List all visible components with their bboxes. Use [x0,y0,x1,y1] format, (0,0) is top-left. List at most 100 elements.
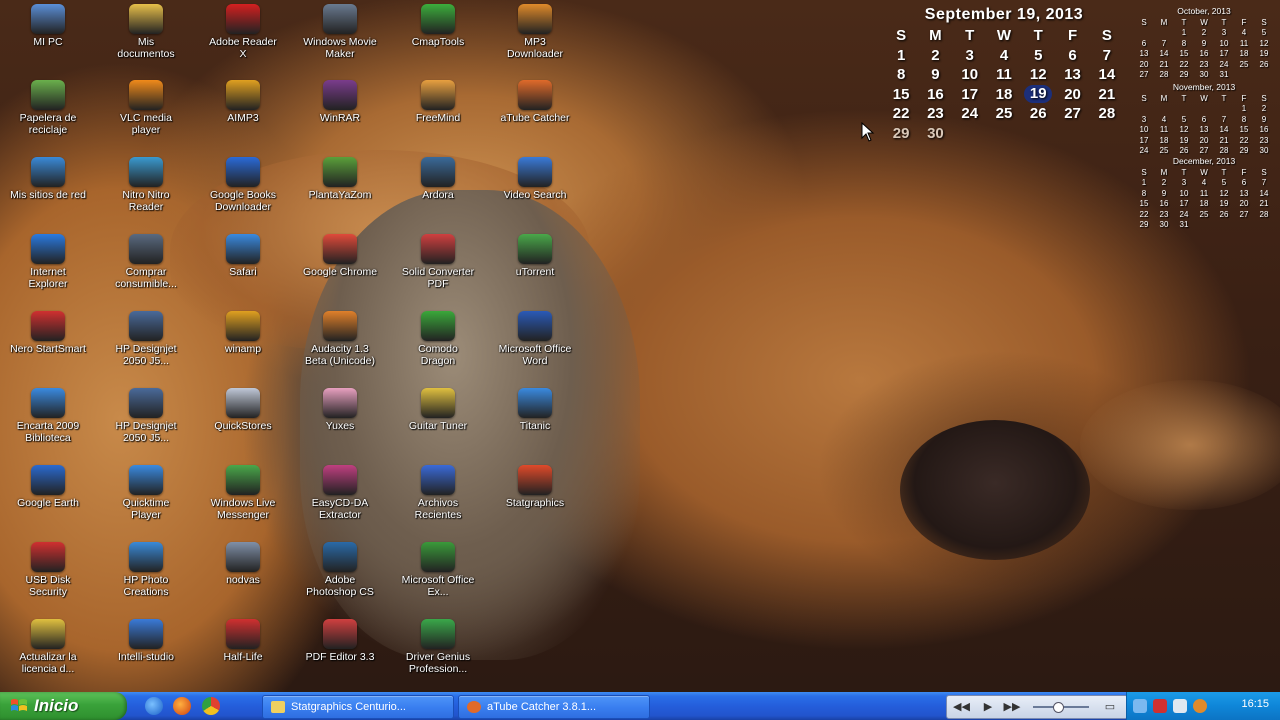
desktop-icon-driver-genius[interactable]: Driver Genius Profession... [400,619,476,675]
desktop-icon-vlc[interactable]: VLC media player [108,80,184,136]
calendar-day[interactable]: 20 [1055,85,1089,105]
calendar-day[interactable]: 11 [987,65,1021,85]
calendar-day[interactable]: 5 [1021,46,1055,66]
desktop-icon-winrar[interactable]: WinRAR [302,80,378,124]
desktop-icon-dragon[interactable]: Comodo Dragon [400,311,476,367]
desktop-icon-solid-converter[interactable]: Solid Converter PDF [400,234,476,290]
desktop-icon-google-earth[interactable]: Google Earth [10,465,86,509]
desktop-icon-half-life[interactable]: Half-Life [205,619,281,663]
calendar-day[interactable]: 15 [884,85,918,105]
start-button[interactable]: Inicio [0,692,127,720]
desktop-icon-utorrent[interactable]: uTorrent [497,234,573,278]
desktop-icon-hp-designjet[interactable]: HP Designjet 2050 J5... [108,388,184,444]
calendar-day[interactable] [987,124,1021,144]
calendar-day[interactable]: 21 [1090,85,1124,105]
desktop-icon-titanic[interactable]: Titanic [497,388,573,432]
desktop-icon-guitar-tuner[interactable]: Guitar Tuner [400,388,476,432]
play-icon[interactable]: ▶ [981,699,995,715]
desktop-icon-movie-maker[interactable]: Windows Movie Maker [302,4,378,60]
calendar-day[interactable]: 18 [987,85,1021,105]
calendar-day[interactable] [1055,124,1089,144]
calendar-day[interactable]: 25 [987,104,1021,124]
calendar-day[interactable]: 16 [918,85,952,105]
task-button-statgraphics[interactable]: Statgraphics Centurio... [262,695,454,719]
calendar-day[interactable]: 6 [1055,46,1089,66]
tray-printer-icon[interactable] [1173,699,1187,713]
desktop-icon-cmaptools[interactable]: CmapTools [400,4,476,48]
next-icon[interactable]: ▶▶ [1003,699,1021,715]
task-button-atube-catcher[interactable]: aTube Catcher 3.8.1... [458,695,650,719]
desktop-icon-license-update[interactable]: Actualizar la licencia d... [10,619,86,675]
desktop-icon-plant[interactable]: PlantaYaZom [302,157,378,201]
calendar-day[interactable]: 14 [1090,65,1124,85]
tray-app-icon[interactable] [1193,699,1207,713]
desktop-icon-network-places[interactable]: Mis sitios de red [10,157,86,201]
desktop-icon-atube-catcher[interactable]: aTube Catcher [497,80,573,124]
calendar-day[interactable]: 24 [953,104,987,124]
desktop-icon-photoshop[interactable]: Adobe Photoshop CS [302,542,378,598]
desktop-icon-cd-extractor[interactable]: EasyCD-DA Extractor [302,465,378,521]
calendar-day[interactable]: 28 [1090,104,1124,124]
desktop-icon-safari[interactable]: Safari [205,234,281,278]
calendar-day[interactable]: 29 [884,124,918,144]
desktop-icon-recent-files[interactable]: Archivos Recientes [400,465,476,521]
desktop-icon-nitro[interactable]: Nitro Nitro Reader [108,157,184,213]
calendar-day[interactable]: 17 [953,85,987,105]
tray-security-icon[interactable] [1153,699,1167,713]
calendar-day[interactable] [1021,124,1055,144]
desktop-icon-statgraphics[interactable]: Statgraphics [497,465,573,509]
calendar-day[interactable]: 27 [1055,104,1089,124]
calendar-day[interactable]: 10 [953,65,987,85]
desktop-icon-google-books[interactable]: Google Books Downloader [205,157,281,213]
calendar-day[interactable]: 30 [918,124,952,144]
desktop-icon-freemind[interactable]: FreeMind [400,80,476,124]
desktop-icon-chrome[interactable]: Google Chrome [302,234,378,278]
desktop-icon-audacity[interactable]: Audacity 1.3 Beta (Unicode) [302,311,378,367]
calendar-day[interactable]: 1 [884,46,918,66]
firefox-icon[interactable] [173,697,191,715]
calendar-day[interactable]: 22 [884,104,918,124]
desktop-icon-nodvas[interactable]: nodvas [205,542,281,586]
desktop-icon-my-computer[interactable]: MI PC [10,4,86,48]
chrome-icon[interactable] [202,697,220,715]
media-menu-icon[interactable]: ▭ [1103,699,1117,715]
calendar-day[interactable]: 12 [1021,65,1055,85]
calendar-day[interactable]: 19 [1021,85,1055,105]
desktop-icon-intelli-studio[interactable]: Intelli-studio [108,619,184,663]
desktop-icon-mp3-downloader[interactable]: MP3 Downloader [497,4,573,60]
desktop-icon-word[interactable]: Microsoft Office Word [497,311,573,367]
desktop-icon-messenger[interactable]: Windows Live Messenger [205,465,281,521]
desktop-icon-usb-security[interactable]: USB Disk Security [10,542,86,598]
previous-icon[interactable]: ◀◀ [953,699,970,715]
desktop-icon-encarta[interactable]: Encarta 2009 Biblioteca [10,388,86,444]
calendar-day[interactable]: 26 [1021,104,1055,124]
desktop-icon-printer[interactable]: Comprar consumible... [108,234,184,290]
desktop-icon-excel[interactable]: Microsoft Office Ex... [400,542,476,598]
desktop-icon-hp-designjet[interactable]: HP Designjet 2050 J5... [108,311,184,367]
desktop-icon-quicktime[interactable]: Quicktime Player [108,465,184,521]
calendar-day[interactable] [1090,124,1124,144]
volume-slider[interactable] [1053,702,1064,713]
calendar-day[interactable]: 8 [884,65,918,85]
calendar-day[interactable]: 9 [918,65,952,85]
desktop-icon-pdf-editor[interactable]: PDF Editor 3.3 [302,619,378,663]
desktop-icon-hp-photo[interactable]: HP Photo Creations [108,542,184,598]
desktop-icon-internet-explorer[interactable]: Internet Explorer [10,234,86,290]
desktop-icon-nero[interactable]: Nero StartSmart [10,311,86,355]
calendar-day[interactable]: 4 [987,46,1021,66]
desktop-icon-recycle-bin[interactable]: Papelera de reciclaje [10,80,86,136]
desktop-icon-my-documents[interactable]: Mis documentos [108,4,184,60]
calendar-day[interactable]: 2 [918,46,952,66]
calendar-day[interactable] [953,124,987,144]
desktop-icon-yuxes[interactable]: Yuxes [302,388,378,432]
tray-network-icon[interactable] [1133,699,1147,713]
desktop-icon-winamp[interactable]: winamp [205,311,281,355]
calendar-day[interactable]: 3 [953,46,987,66]
desktop-icon-ardora[interactable]: Ardora [400,157,476,201]
calendar-day[interactable]: 13 [1055,65,1089,85]
desktop-icon-quickstores[interactable]: QuickStores [205,388,281,432]
calendar-day[interactable]: 7 [1090,46,1124,66]
ie-icon[interactable] [145,697,163,715]
calendar-day[interactable]: 23 [918,104,952,124]
desktop-icon-video-search[interactable]: Video Search [497,157,573,201]
